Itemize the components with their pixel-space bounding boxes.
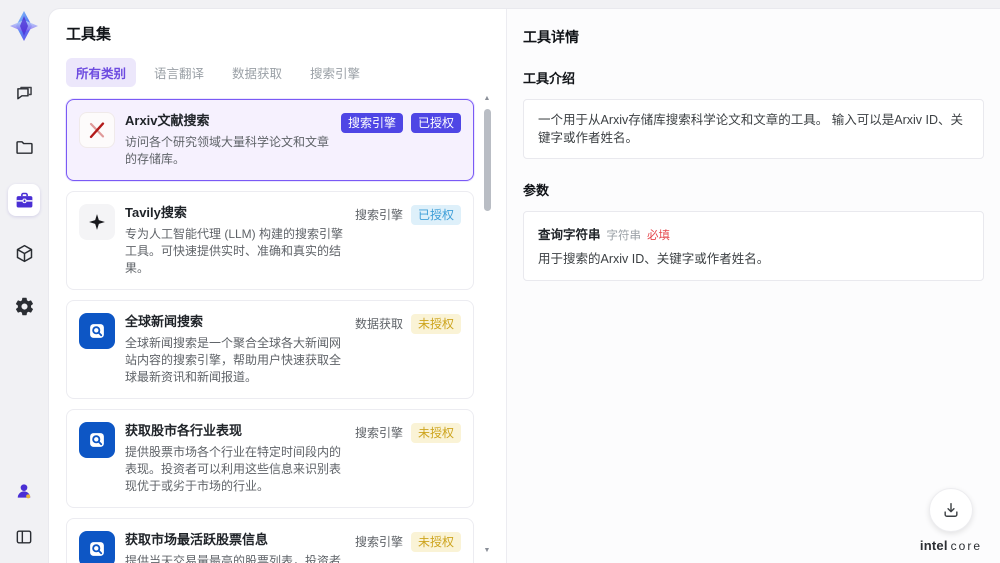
four-point-star-icon [79, 204, 115, 240]
blue-search-icon [79, 531, 115, 563]
tool-description: 提供当天交易量最高的股票列表，投资者可以利用这些信息来识别流动性强的股票和潜在的… [125, 554, 342, 563]
gear-icon[interactable] [8, 290, 40, 322]
rail-nav [8, 78, 40, 322]
parameter-item: 查询字符串 字符串 必填 用于搜索的Arxiv ID、关键字或作者姓名。 [523, 211, 984, 281]
intel-wordmark: intel [919, 538, 948, 553]
user-avatar-icon[interactable] [8, 475, 40, 507]
list-scrollbar[interactable]: ▲ ▼ [482, 95, 492, 555]
tool-detail-panel: 工具详情 工具介绍 一个用于从Arxiv存储库搜索科学论文和文章的工具。 输入可… [507, 9, 1000, 563]
panel-toggle-icon[interactable] [8, 521, 40, 553]
category-label: 搜索引擎 [354, 426, 403, 440]
tool-intro-text: 一个用于从Arxiv存储库搜索科学论文和文章的工具。 输入可以是Arxiv ID… [523, 99, 984, 159]
tool-card-sector-performance[interactable]: 获取股市各行业表现 提供股票市场各个行业在特定时间段内的表现。投资者可以利用这些… [66, 409, 474, 508]
tool-card-tavily[interactable]: Tavily搜索 专为人工智能代理 (LLM) 构建的搜索引擎工具。可快速提供实… [66, 191, 474, 290]
auth-status-badge: 未授权 [410, 314, 461, 334]
params-heading: 参数 [523, 183, 550, 198]
cube-icon[interactable] [8, 237, 40, 269]
tool-description: 访问各个研究领域大量科学论文和文章的存储库。 [125, 135, 330, 166]
toolbox-icon[interactable] [8, 184, 40, 216]
param-description: 用于搜索的Arxiv ID、关键字或作者姓名。 [538, 252, 770, 266]
tool-name: 全球新闻搜索 [125, 314, 204, 329]
intro-heading: 工具介绍 [523, 71, 576, 86]
category-label: 搜索引擎 [354, 535, 403, 549]
scroll-down-arrow[interactable]: ▼ [484, 547, 491, 555]
tool-name: 获取市场最活跃股票信息 [125, 532, 269, 547]
app-logo [6, 8, 42, 44]
rail-bottom [8, 475, 40, 553]
tool-description: 专为人工智能代理 (LLM) 构建的搜索引擎工具。可快速提供实时、准确和真实的结… [125, 227, 344, 275]
scrollbar-thumb[interactable] [483, 109, 491, 211]
param-type: 字符串 [606, 230, 642, 242]
auth-status-badge: 已授权 [410, 205, 461, 225]
core-wordmark: core [950, 539, 982, 553]
tool-list: Arxiv文献搜索 访问各个研究领域大量科学论文和文章的存储库。 搜索引擎 已授… [66, 99, 474, 563]
category-badge: 搜索引擎 [340, 113, 403, 133]
folder-icon[interactable] [8, 131, 40, 163]
scroll-up-arrow[interactable]: ▲ [484, 95, 491, 103]
category-label: 数据获取 [354, 317, 403, 331]
param-name: 查询字符串 [538, 228, 601, 242]
tab-search-engine[interactable]: 搜索引擎 [300, 58, 370, 87]
tool-name: Arxiv文献搜索 [125, 113, 210, 128]
left-rail [0, 0, 48, 563]
tool-card-arxiv[interactable]: Arxiv文献搜索 访问各个研究领域大量科学论文和文章的存储库。 搜索引擎 已授… [66, 99, 474, 181]
scrollbar-track[interactable] [483, 103, 492, 547]
page-title: 工具集 [66, 26, 112, 43]
tool-name: 获取股市各行业表现 [125, 423, 243, 438]
tool-name: Tavily搜索 [125, 205, 187, 220]
main-panel: 工具集 所有类别 语言翻译 数据获取 搜索引擎 Arxiv文献搜索 访问各个研究… [48, 8, 1000, 563]
download-button[interactable] [928, 488, 973, 532]
tool-card-most-active-stocks[interactable]: 获取市场最活跃股票信息 提供当天交易量最高的股票列表，投资者可以利用这些信息来识… [66, 518, 474, 563]
tab-language-translation[interactable]: 语言翻译 [144, 58, 214, 87]
auth-status-badge: 未授权 [410, 423, 461, 443]
toolset-column: 工具集 所有类别 语言翻译 数据获取 搜索引擎 Arxiv文献搜索 访问各个研究… [49, 9, 507, 563]
intel-core-logo: intel core [920, 538, 982, 553]
corner-widgets: intel core [920, 488, 982, 553]
tab-data-fetch[interactable]: 数据获取 [222, 58, 292, 87]
tool-description: 全球新闻搜索是一个聚合全球各大新闻网站内容的搜索引擎，帮助用户快速获取全球最新资… [125, 336, 342, 384]
category-tabs: 所有类别 语言翻译 数据获取 搜索引擎 [66, 58, 474, 87]
tab-all-categories[interactable]: 所有类别 [66, 58, 137, 87]
detail-title: 工具详情 [523, 29, 579, 45]
category-label: 搜索引擎 [354, 208, 403, 222]
auth-status-badge: 未授权 [410, 532, 461, 552]
arxiv-logo-icon [79, 112, 115, 148]
chat-icon[interactable] [8, 78, 40, 110]
blue-search-icon [79, 313, 115, 349]
tool-description: 提供股票市场各个行业在特定时间段内的表现。投资者可以利用这些信息来识别表现优于或… [125, 445, 342, 493]
param-required-flag: 必填 [647, 230, 671, 242]
app-root: 工具集 所有类别 语言翻译 数据获取 搜索引擎 Arxiv文献搜索 访问各个研究… [0, 0, 1000, 563]
auth-status-badge: 已授权 [410, 113, 461, 133]
blue-search-icon [79, 422, 115, 458]
tool-card-global-news[interactable]: 全球新闻搜索 全球新闻搜索是一个聚合全球各大新闻网站内容的搜索引擎，帮助用户快速… [66, 300, 474, 399]
